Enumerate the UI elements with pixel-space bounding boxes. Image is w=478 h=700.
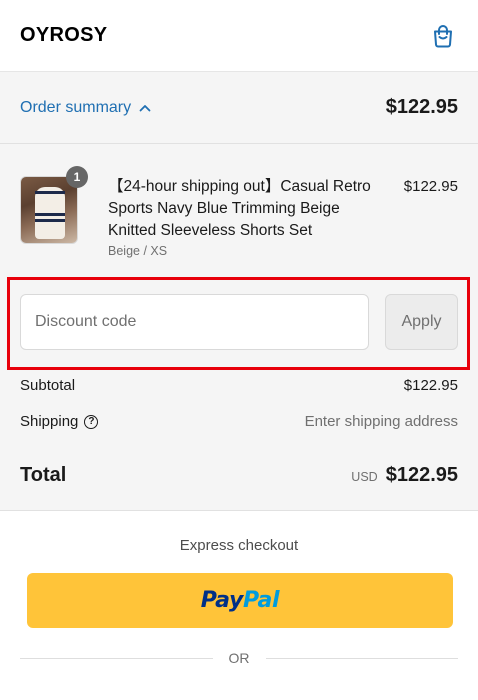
total-amount: $122.95 — [385, 464, 458, 486]
subtotal-row: Subtotal $122.95 — [20, 377, 458, 394]
shipping-value: Enter shipping address — [304, 413, 458, 430]
product-thumbnail — [20, 176, 78, 244]
divider-line-left — [20, 657, 213, 659]
shipping-label: Shipping — [20, 413, 79, 430]
or-label: OR — [228, 650, 250, 666]
total-label: Total — [20, 464, 67, 486]
product-price: $122.95 — [403, 178, 458, 195]
discount-form: Apply — [20, 294, 458, 350]
shopping-bag-icon[interactable] — [428, 21, 458, 51]
order-summary-label: Order summary — [20, 98, 132, 116]
order-summary-toggle-label[interactable]: Order summary — [20, 99, 151, 117]
line-item: 1 【24-hour shipping out】Casual Retro Spo… — [20, 166, 458, 258]
paypal-button[interactable]: PayPal — [27, 573, 453, 628]
total-amount-group: USD $122.95 — [351, 464, 458, 487]
divider-line-right — [265, 657, 458, 659]
quantity-badge: 1 — [66, 166, 88, 188]
express-checkout-label: Express checkout — [179, 537, 299, 554]
shipping-row: Shipping ? Enter shipping address — [20, 413, 458, 430]
apply-discount-button[interactable]: Apply — [385, 294, 458, 350]
order-summary-panel: Order summary $122.95 1 【24-hour shippin… — [0, 72, 478, 511]
product-title: 【24-hour shipping out】Casual Retro Sport… — [108, 178, 371, 239]
or-divider: OR — [20, 650, 458, 666]
product-variant: Beige / XS — [108, 244, 168, 258]
question-circle-icon[interactable]: ? — [84, 414, 99, 429]
paypal-logo: PayPal — [200, 588, 280, 613]
total-row: Total USD $122.95 — [20, 464, 458, 487]
subtotal-value: $122.95 — [403, 377, 458, 394]
currency-code: USD — [351, 470, 378, 484]
product-info: 【24-hour shipping out】Casual Retro Sport… — [108, 176, 376, 258]
discount-code-input[interactable] — [20, 294, 369, 350]
store-logo[interactable]: OYROSY — [20, 24, 107, 47]
order-summary-total: $122.95 — [385, 96, 458, 118]
product-thumbnail-wrap: 1 — [20, 166, 88, 244]
subtotal-label: Subtotal — [20, 377, 76, 394]
checkout-header: OYROSY — [0, 0, 478, 72]
chevron-up-icon — [139, 99, 151, 117]
order-summary-toggle[interactable]: Order summary $122.95 — [0, 72, 478, 144]
shipping-label-group: Shipping ? — [20, 413, 99, 430]
